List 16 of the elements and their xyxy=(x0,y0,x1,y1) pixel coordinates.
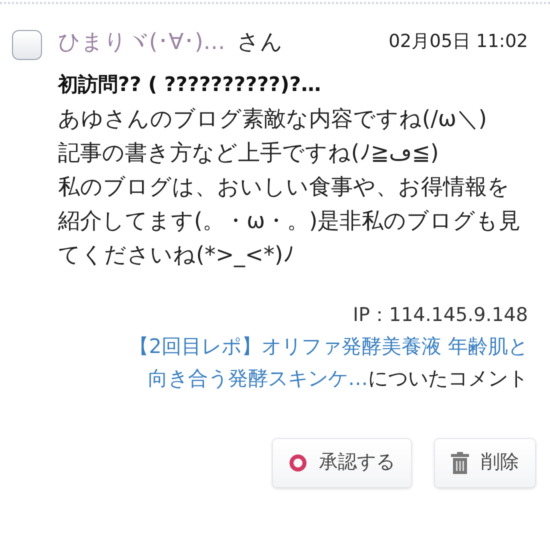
approve-button[interactable]: 承認する xyxy=(272,438,412,488)
honorific: さん xyxy=(237,29,284,57)
comment-title: 初訪問?? ( ??????????)?… xyxy=(58,71,322,98)
ring-icon xyxy=(289,454,307,472)
comment-text: 記事の書き方など上手ですね(ﾉ≧ڡ≦) xyxy=(58,140,440,168)
trash-icon xyxy=(451,452,469,474)
delete-button[interactable]: 削除 xyxy=(434,438,536,488)
article-link[interactable]: 【2回目レポ】オリファ発酵美養液 年齢肌と xyxy=(128,330,528,362)
author-name[interactable]: ひまりヾ(･∀･)… xyxy=(58,26,226,59)
ip-address: IP：114.145.9.148 xyxy=(352,304,528,326)
comment-date: 02月05日 11:02 xyxy=(388,30,528,54)
comment-text: 私のブログは、おいしい食事や、お得情報を紹介してます(。・ω・。)是非私のブログも見てくださいね(*>_<*)ﾉ xyxy=(58,174,522,270)
comment-text: あゆさんのブログ素敵な内容ですね(/ω＼) xyxy=(58,106,488,134)
checkbox[interactable] xyxy=(12,30,42,60)
link-suffix: についたコメント xyxy=(368,364,528,392)
article-link[interactable]: 向き合う発酵スキンケ… xyxy=(148,362,368,394)
